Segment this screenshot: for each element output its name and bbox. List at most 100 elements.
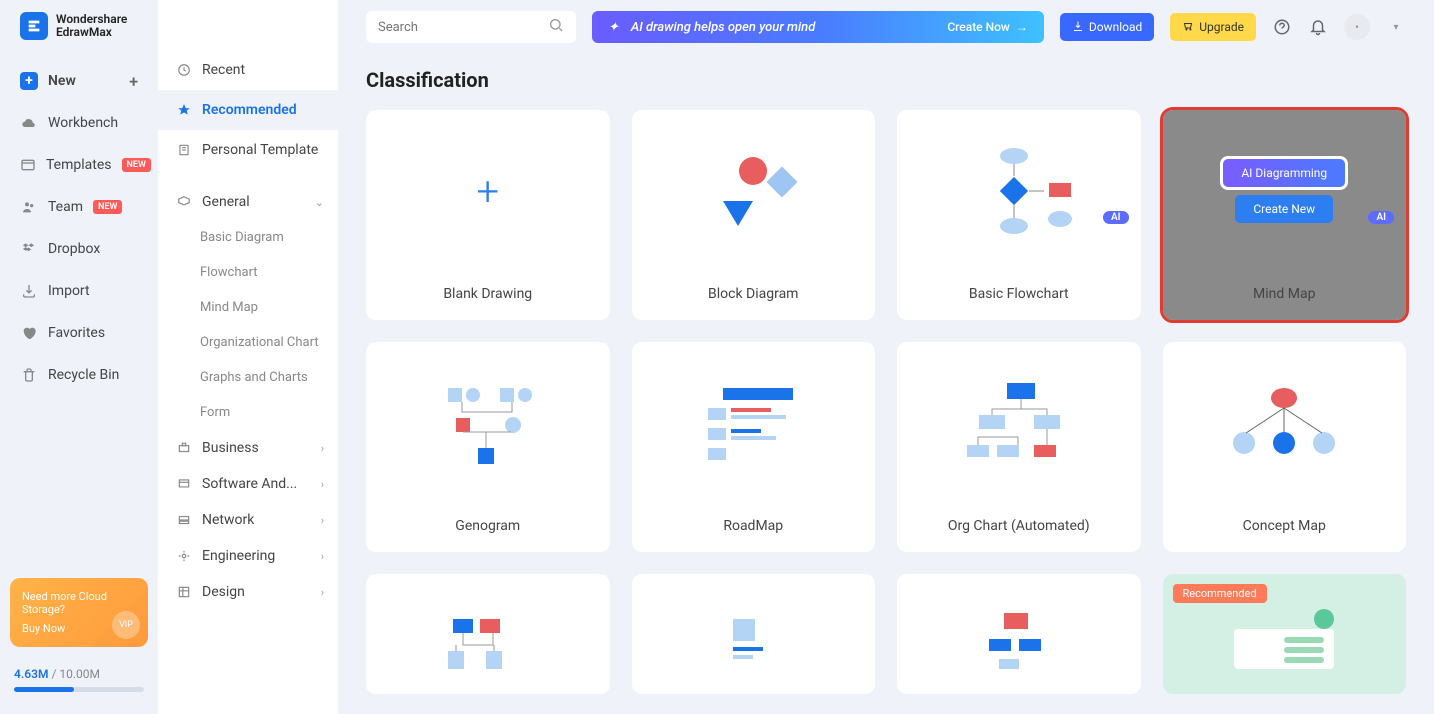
- orgchart-preview: [949, 373, 1089, 473]
- search-box[interactable]: [366, 11, 576, 43]
- nav-import-label: Import: [48, 283, 90, 299]
- template-icon: [176, 142, 192, 158]
- card-partial-1[interactable]: [366, 574, 610, 694]
- ai-tag: AI: [1103, 211, 1129, 224]
- chevron-down-icon[interactable]: ▾: [1386, 17, 1406, 37]
- card-roadmap[interactable]: RoadMap: [632, 342, 876, 552]
- ai-banner-text: AI drawing helps open your mind: [631, 20, 815, 35]
- software-icon: [176, 476, 192, 492]
- cat-business-label: Business: [202, 440, 259, 456]
- cart-icon: [1182, 20, 1194, 35]
- upgrade-button[interactable]: Upgrade: [1170, 13, 1256, 41]
- app-logo[interactable]: Wondershare EdrawMax: [0, 12, 158, 60]
- star-icon: [176, 102, 192, 118]
- heart-icon: [20, 324, 38, 342]
- network-icon: [176, 512, 192, 528]
- nav-favorites[interactable]: Favorites: [0, 312, 158, 354]
- card-label: Basic Flowchart: [897, 272, 1141, 320]
- card-blank-drawing[interactable]: + Blank Drawing: [366, 110, 610, 320]
- sub-basic-diagram[interactable]: Basic Diagram: [158, 220, 338, 255]
- engineering-icon: [176, 548, 192, 564]
- sub-graphs[interactable]: Graphs and Charts: [158, 360, 338, 395]
- search-icon[interactable]: [548, 17, 564, 37]
- topbar: ✦ AI drawing helps open your mind Create…: [366, 10, 1406, 44]
- card-label: RoadMap: [632, 504, 876, 552]
- sidebar-secondary: Recent Recommended Personal Template Gen…: [158, 0, 338, 714]
- sub-mindmap[interactable]: Mind Map: [158, 290, 338, 325]
- chevron-right-icon: ›: [321, 478, 324, 491]
- section-title: Classification: [366, 68, 1406, 92]
- diagram-preview: [949, 599, 1089, 669]
- card-partial-recommended[interactable]: Recommended: [1163, 574, 1407, 694]
- card-basic-flowchart[interactable]: AI Basic Flowchart: [897, 110, 1141, 320]
- nav-templates-label: Templates: [46, 157, 112, 173]
- nav-templates[interactable]: Templates NEW: [0, 144, 158, 186]
- genogram-preview: [418, 373, 558, 473]
- cloud-storage-promo[interactable]: Need more Cloud Storage? Buy Now VIP: [10, 578, 148, 647]
- sub-flowchart[interactable]: Flowchart: [158, 255, 338, 290]
- ai-banner[interactable]: ✦ AI drawing helps open your mind Create…: [592, 11, 1044, 43]
- cat-general-label: General: [202, 194, 250, 210]
- ai-tag: AI: [1368, 211, 1394, 224]
- card-label: Org Chart (Automated): [897, 504, 1141, 552]
- card-partial-3[interactable]: [897, 574, 1141, 694]
- diagram-preview: [418, 599, 558, 669]
- chevron-right-icon: ›: [321, 550, 324, 563]
- sidebar-primary: Wondershare EdrawMax + New + Workbench T…: [0, 0, 158, 714]
- help-icon[interactable]: [1272, 17, 1292, 37]
- nav-workbench[interactable]: Workbench: [0, 102, 158, 144]
- cat-general[interactable]: General ⌄: [158, 184, 338, 220]
- ai-diagramming-button[interactable]: AI Diagramming: [1223, 159, 1345, 187]
- nav-import[interactable]: Import: [0, 270, 158, 312]
- plus-small-icon[interactable]: +: [129, 72, 138, 91]
- nav-recycle[interactable]: Recycle Bin: [0, 354, 158, 396]
- sec-personal-label: Personal Template: [202, 142, 318, 158]
- template-grid: + Blank Drawing Block Diagram AI Basic F…: [366, 110, 1406, 694]
- tag-icon: [176, 194, 192, 210]
- cat-business[interactable]: Business ›: [158, 430, 338, 466]
- cat-software-label: Software And...: [202, 476, 297, 492]
- bell-icon[interactable]: [1308, 17, 1328, 37]
- roadmap-preview: [683, 373, 823, 473]
- card-partial-2[interactable]: [632, 574, 876, 694]
- ai-create-now[interactable]: Create Now →: [947, 20, 1028, 34]
- block-diagram-preview: [683, 141, 823, 241]
- team-icon: [20, 198, 38, 216]
- logo-icon: [20, 12, 48, 40]
- cat-software[interactable]: Software And... ›: [158, 466, 338, 502]
- download-button[interactable]: Download: [1060, 13, 1154, 41]
- cat-design[interactable]: Design ›: [158, 574, 338, 610]
- card-org-chart[interactable]: Org Chart (Automated): [897, 342, 1141, 552]
- logo-text: Wondershare EdrawMax: [56, 13, 127, 39]
- card-mind-map[interactable]: AI Diagramming Create New AI Mind Map: [1163, 110, 1407, 320]
- nav-favorites-label: Favorites: [48, 325, 105, 341]
- sec-recommended[interactable]: Recommended: [158, 90, 338, 130]
- nav-team-label: Team: [48, 199, 83, 215]
- card-block-diagram[interactable]: Block Diagram: [632, 110, 876, 320]
- cat-engineering[interactable]: Engineering ›: [158, 538, 338, 574]
- storage-bar-fill: [14, 687, 74, 692]
- sec-recent[interactable]: Recent: [158, 50, 338, 90]
- nav-recycle-label: Recycle Bin: [48, 367, 119, 383]
- trash-icon: [20, 366, 38, 384]
- import-icon: [20, 282, 38, 300]
- sub-orgchart[interactable]: Organizational Chart: [158, 325, 338, 360]
- nav-team[interactable]: Team NEW: [0, 186, 158, 228]
- card-concept-map[interactable]: Concept Map: [1163, 342, 1407, 552]
- nav-new[interactable]: + New +: [0, 60, 158, 102]
- cat-network[interactable]: Network ›: [158, 502, 338, 538]
- vip-badge: VIP: [112, 611, 140, 639]
- sec-recent-label: Recent: [202, 62, 245, 78]
- create-new-button[interactable]: Create New: [1235, 195, 1333, 223]
- nav-dropbox[interactable]: Dropbox: [0, 228, 158, 270]
- chevron-right-icon: ›: [321, 442, 324, 455]
- flowchart-preview: [949, 141, 1089, 241]
- card-genogram[interactable]: Genogram: [366, 342, 610, 552]
- chevron-down-icon: ⌄: [315, 196, 324, 209]
- card-label: Concept Map: [1163, 504, 1407, 552]
- search-input[interactable]: [378, 20, 548, 35]
- sec-personal[interactable]: Personal Template: [158, 130, 338, 170]
- upgrade-label: Upgrade: [1199, 20, 1244, 34]
- sub-form[interactable]: Form: [158, 395, 338, 430]
- user-avatar[interactable]: •: [1344, 14, 1370, 40]
